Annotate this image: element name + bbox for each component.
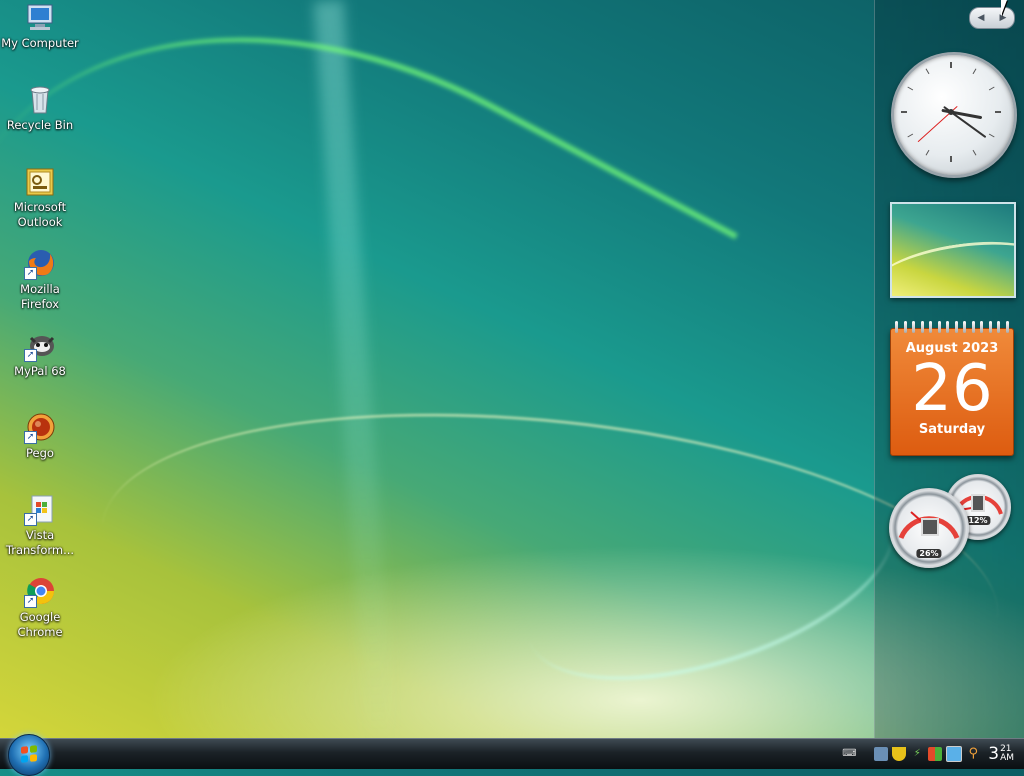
desktop-icon-label: My Computer xyxy=(1,36,79,50)
firefox-icon: ➚ xyxy=(24,248,56,280)
desktop-icon-label: MyPal 68 xyxy=(14,364,66,378)
security-icon[interactable] xyxy=(892,747,907,761)
desktop-icon-label: Mozilla Firefox xyxy=(20,282,60,311)
cpu-chip-icon xyxy=(921,518,939,536)
desktop-icon-label: Microsoft Outlook xyxy=(13,200,67,229)
start-button[interactable] xyxy=(8,734,50,776)
previous-arrow-icon[interactable]: ◀ xyxy=(978,13,985,23)
desktop-icon-label: Recycle Bin xyxy=(6,118,74,132)
system-tray: ⌨ ⚡ ⚲ 3 21 AM xyxy=(840,739,1024,769)
calendar-weekday: Saturday xyxy=(918,422,986,437)
clock-gadget[interactable] xyxy=(891,52,1017,178)
sidebar-navigation-control[interactable]: ◀ ▶ xyxy=(969,7,1015,29)
shortcut-arrow-icon: ➚ xyxy=(24,349,37,362)
desktop-icon-recycle-bin[interactable]: Recycle Bin xyxy=(0,84,80,133)
windows-sidebar: ◀ ▶ August 2023 26 Saturday 12% 26% xyxy=(874,0,1024,738)
memory-chip-icon xyxy=(971,494,985,512)
search-icon[interactable]: ⚲ xyxy=(966,747,980,761)
desktop-icon-pego[interactable]: ➚ Pego xyxy=(0,412,80,461)
mypal-icon: ➚ xyxy=(24,330,56,362)
cpu-percent: 26% xyxy=(916,549,942,558)
clock-tick xyxy=(925,149,930,156)
clock-tick xyxy=(925,68,930,75)
pego-icon: ➚ xyxy=(24,412,56,444)
shortcut-arrow-icon: ➚ xyxy=(24,267,37,280)
memory-percent: 12% xyxy=(965,516,991,525)
computer-icon xyxy=(24,2,56,34)
taskbar: ⌨ ⚡ ⚲ 3 21 AM xyxy=(0,738,1024,769)
shortcut-arrow-icon: ➚ xyxy=(24,513,37,526)
calendar-gadget[interactable]: August 2023 26 Saturday xyxy=(890,321,1014,456)
desktop-icon-microsoft-outlook[interactable]: Microsoft Outlook xyxy=(0,166,80,230)
calendar-rings xyxy=(895,321,1009,333)
display-icon[interactable] xyxy=(946,746,963,762)
windows-logo-icon xyxy=(21,745,37,763)
clock-center xyxy=(948,109,954,115)
desktop-icon-mypal[interactable]: ➚ MyPal 68 xyxy=(0,330,80,379)
slideshow-gadget[interactable] xyxy=(890,202,1016,298)
windows-flag-icon[interactable] xyxy=(928,747,943,761)
clock-tick xyxy=(988,133,995,138)
desktop-icon-label: Google Chrome xyxy=(17,610,63,639)
analog-clock-face xyxy=(901,62,1001,162)
desktop-icon-label: Pego xyxy=(26,446,54,460)
taskbar-clock-ampm: AM xyxy=(1000,753,1014,763)
outlook-icon xyxy=(24,166,56,198)
vista-transform-icon: ➚ xyxy=(24,494,56,526)
desktop-icon-label: Vista Transform... xyxy=(5,528,75,557)
clock-tick xyxy=(972,68,977,75)
desktop-icon-my-computer[interactable]: My Computer xyxy=(0,2,80,51)
clock-tick xyxy=(907,133,914,138)
power-icon[interactable]: ⚡ xyxy=(910,747,924,761)
chrome-icon: ➚ xyxy=(24,576,56,608)
shortcut-arrow-icon: ➚ xyxy=(24,431,37,444)
desktop-icon-vista-transform[interactable]: ➚ Vista Transform... xyxy=(0,494,80,558)
network-icon[interactable] xyxy=(874,747,889,761)
clock-tick xyxy=(972,149,977,156)
desktop-icon-google-chrome[interactable]: ➚ Google Chrome xyxy=(0,576,80,640)
taskbar-clock-hour: 3 xyxy=(988,744,1000,764)
mouse-cursor-icon xyxy=(1001,0,1007,16)
clock-tick xyxy=(907,86,914,91)
keyboard-icon[interactable]: ⌨ xyxy=(842,747,856,761)
clock-tick xyxy=(988,86,995,91)
cpu-meter: 26% xyxy=(889,488,969,568)
calendar-day: 26 xyxy=(911,352,993,426)
shortcut-arrow-icon: ➚ xyxy=(24,595,37,608)
recycle-bin-icon xyxy=(24,84,56,116)
taskbar-clock[interactable]: 3 21 AM xyxy=(988,744,1014,764)
desktop-icon-mozilla-firefox[interactable]: ➚ Mozilla Firefox xyxy=(0,248,80,312)
